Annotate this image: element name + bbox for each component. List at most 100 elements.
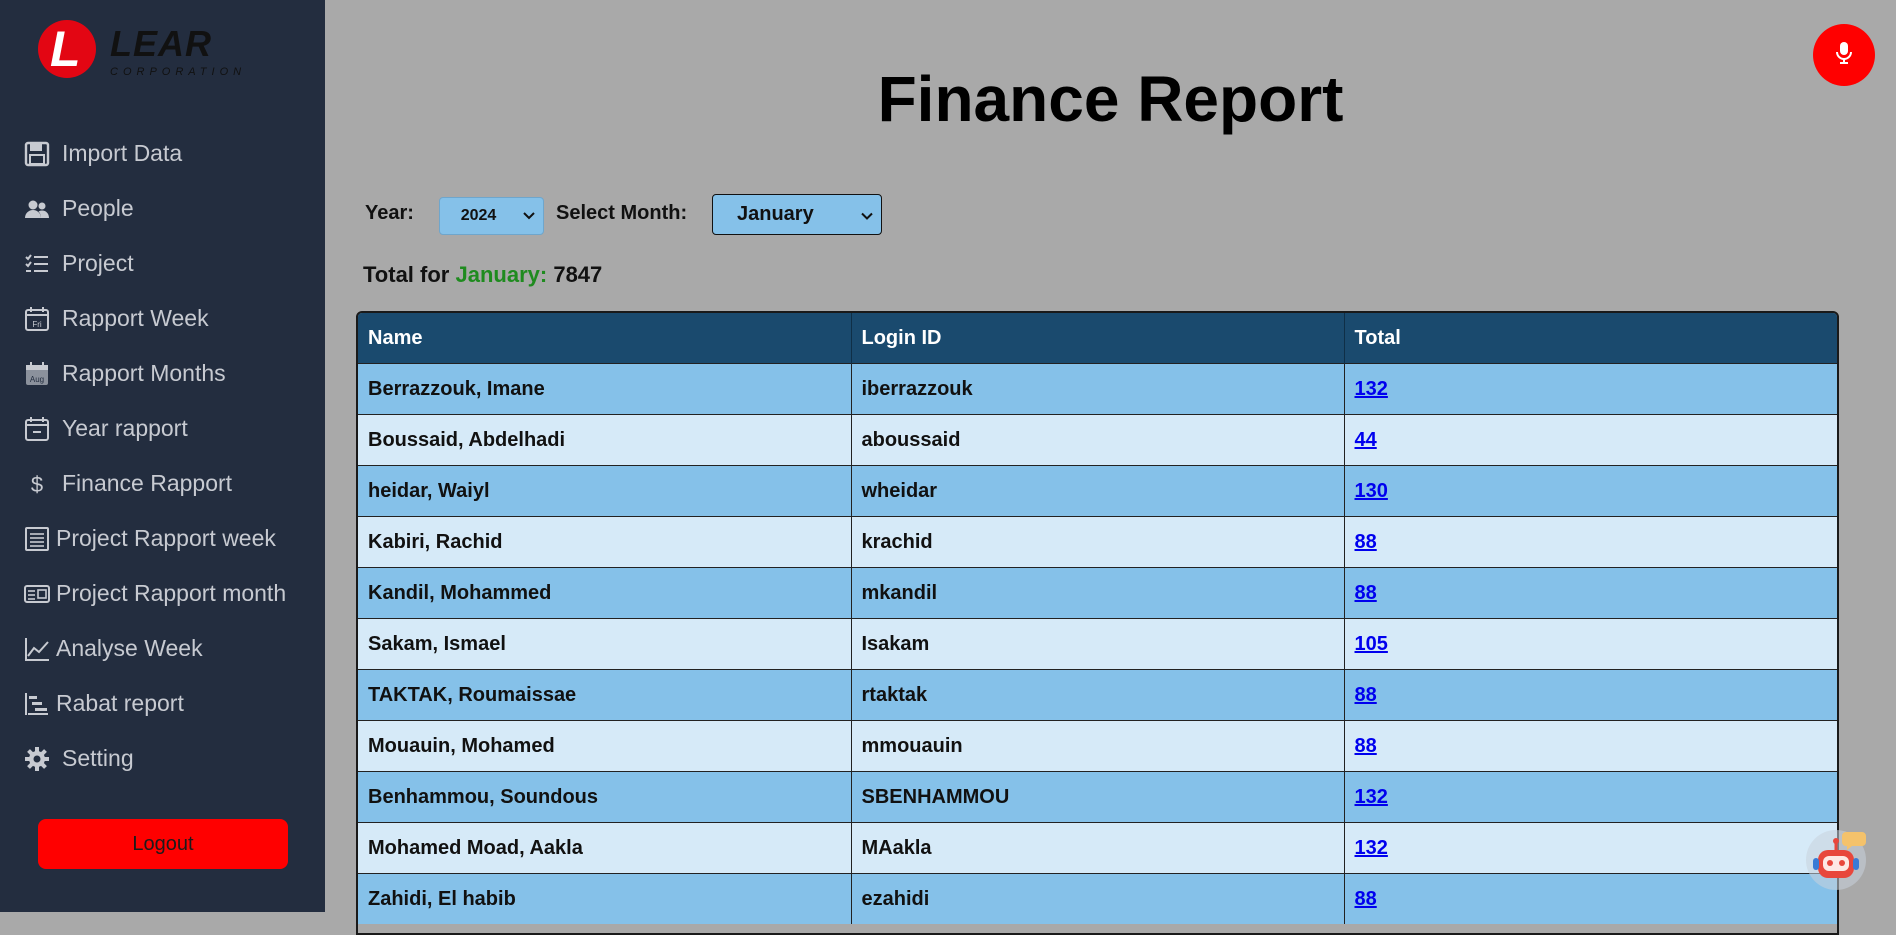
sidebar-item-label: Finance Rapport	[62, 470, 233, 496]
total-link[interactable]: 88	[1355, 684, 1377, 706]
table-row: Mouauin, Mohamed mmouauin 88	[358, 720, 1837, 772]
cell-total: 44	[1344, 414, 1837, 466]
cell-total: 132	[1344, 363, 1837, 415]
lear-logo[interactable]: L LEAR CORPORATION	[38, 18, 268, 84]
cell-login-id: aboussaid	[851, 414, 1345, 466]
cell-total: 132	[1344, 771, 1837, 823]
cell-login-id: wheidar	[851, 465, 1345, 517]
cell-total: 105	[1344, 618, 1837, 670]
sidebar-item-label: Setting	[62, 745, 134, 771]
microphone-button[interactable]	[1813, 24, 1875, 86]
total-value: 7847	[553, 262, 603, 287]
sidebar-item-label: Import Data	[62, 140, 183, 166]
total-link[interactable]: 132	[1355, 786, 1388, 808]
list-icon	[23, 250, 51, 278]
year-select[interactable]: 2024	[439, 197, 544, 235]
sidebar-item-label: Year rapport	[62, 415, 188, 441]
year-select-value: 2024	[460, 207, 497, 224]
sidebar-item-label: Project Rapport month	[56, 580, 287, 606]
sidebar-item-analyse-week[interactable]: Analyse Week	[0, 621, 325, 676]
sidebar-item-rabat-report[interactable]: Rabat report	[0, 676, 325, 731]
sidebar-item-import-data[interactable]: Import Data	[0, 126, 325, 181]
logo-letter: L	[50, 21, 81, 77]
cell-login-id: rtaktak	[851, 669, 1345, 721]
logo-wordmark: LEAR	[110, 23, 212, 64]
document-icon	[23, 525, 51, 553]
column-header-name[interactable]: Name	[358, 313, 852, 364]
table-row: Kabiri, Rachid krachid 88	[358, 516, 1837, 568]
total-link[interactable]: 88	[1355, 735, 1377, 757]
cell-total: 88	[1344, 720, 1837, 772]
cell-name: Mouauin, Mohamed	[358, 720, 852, 772]
sidebar-item-rapport-months[interactable]: Aug Rapport Months	[0, 346, 325, 401]
sidebar-item-label: Project Rapport week	[56, 525, 276, 551]
microphone-icon	[1833, 40, 1855, 71]
month-select-value: January	[737, 203, 814, 225]
total-link[interactable]: 88	[1355, 531, 1377, 553]
card-icon	[23, 580, 51, 608]
cell-name: Sakam, Ismael	[358, 618, 852, 670]
cell-login-id: ezahidi	[851, 873, 1345, 924]
cell-login-id: SBENHAMMOU	[851, 771, 1345, 823]
table-row: Boussaid, Abdelhadi aboussaid 44	[358, 414, 1837, 466]
chevron-down-icon	[861, 203, 873, 226]
monthly-total: Total for January: 7847	[363, 262, 602, 288]
sidebar-item-label: Analyse Week	[56, 635, 203, 661]
cell-login-id: MAakla	[851, 822, 1345, 874]
sidebar-item-year-rapport[interactable]: Year rapport	[0, 401, 325, 456]
logo-tagline: CORPORATION	[110, 66, 247, 78]
total-link[interactable]: 132	[1355, 378, 1388, 400]
cell-name: Mohamed Moad, Aakla	[358, 822, 852, 874]
calendar-aug-icon: Aug	[23, 360, 51, 388]
month-label: Select Month:	[556, 202, 688, 224]
cell-login-id: Isakam	[851, 618, 1345, 670]
table-row: Kandil, Mohammed mkandil 88	[358, 567, 1837, 619]
svg-text:Aug: Aug	[30, 375, 44, 384]
cell-login-id: krachid	[851, 516, 1345, 568]
sidebar-item-rapport-week[interactable]: Fri Rapport Week	[0, 291, 325, 346]
sidebar-item-finance-rapport[interactable]: $ Finance Rapport	[0, 456, 325, 511]
column-header-total[interactable]: Total	[1344, 313, 1837, 364]
sidebar-item-project-rapport-month[interactable]: Project Rapport month	[0, 566, 325, 621]
gear-icon	[23, 745, 51, 773]
total-prefix: Total for	[363, 262, 450, 287]
robot-icon	[1800, 830, 1872, 898]
chart-line-icon	[23, 635, 51, 663]
total-month: January:	[455, 262, 548, 287]
table-row: Mohamed Moad, Aakla MAakla 132	[358, 822, 1837, 874]
month-select[interactable]: January	[712, 194, 882, 235]
total-link[interactable]: 44	[1355, 429, 1377, 451]
total-link[interactable]: 88	[1355, 888, 1377, 910]
cell-name: Zahidi, El habib	[358, 873, 852, 924]
cell-total: 88	[1344, 669, 1837, 721]
sidebar-item-project[interactable]: Project	[0, 236, 325, 291]
svg-text:$: $	[31, 472, 43, 497]
cell-name: Kabiri, Rachid	[358, 516, 852, 568]
sidebar-item-label: Rapport Week	[62, 305, 209, 331]
chevron-down-icon	[523, 207, 535, 225]
cell-login-id: iberrazzouk	[851, 363, 1345, 415]
page-title: Finance Report	[877, 63, 1344, 135]
svg-text:Fri: Fri	[32, 320, 42, 329]
sidebar-item-setting[interactable]: Setting	[0, 731, 325, 786]
cell-total: 88	[1344, 873, 1837, 924]
people-icon	[23, 195, 51, 223]
column-header-login-id[interactable]: Login ID	[851, 313, 1345, 364]
sidebar-item-label: Project	[62, 250, 134, 276]
table-header-row: Name Login ID Total	[358, 313, 1837, 364]
dollar-icon: $	[23, 470, 51, 498]
chatbot-button[interactable]	[1800, 822, 1872, 894]
cell-name: heidar, Waiyl	[358, 465, 852, 517]
year-label: Year:	[365, 202, 414, 224]
logout-button[interactable]: Logout	[38, 819, 288, 869]
total-link[interactable]: 132	[1355, 837, 1388, 859]
total-link[interactable]: 88	[1355, 582, 1377, 604]
cell-name: TAKTAK, Roumaissae	[358, 669, 852, 721]
table-row: heidar, Waiyl wheidar 130	[358, 465, 1837, 517]
sidebar-item-people[interactable]: People	[0, 181, 325, 236]
total-link[interactable]: 130	[1355, 480, 1388, 502]
total-link[interactable]: 105	[1355, 633, 1388, 655]
table-row: Sakam, Ismael Isakam 105	[358, 618, 1837, 670]
sidebar-item-project-rapport-week[interactable]: Project Rapport week	[0, 511, 325, 566]
cell-login-id: mmouauin	[851, 720, 1345, 772]
